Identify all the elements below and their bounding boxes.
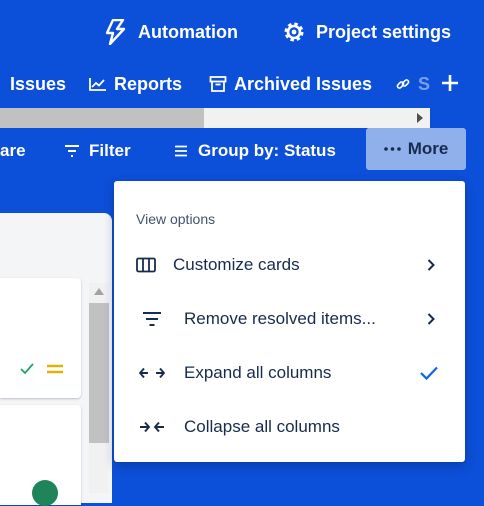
- menu-item-label: Customize cards: [173, 255, 300, 274]
- filter-lines-icon: [142, 311, 162, 327]
- horizontal-scrollbar-thumb[interactable]: [0, 108, 204, 128]
- filter-label: Filter: [89, 141, 131, 160]
- share-label: are: [0, 141, 26, 160]
- view-options-heading: View options: [136, 211, 216, 227]
- menu-item-collapse-all-columns[interactable]: Collapse all columns: [114, 407, 465, 447]
- archive-icon: [209, 75, 227, 93]
- avatar: [32, 480, 58, 506]
- list-icon: [174, 145, 188, 157]
- plus-icon: [440, 73, 460, 93]
- menu-item-remove-resolved[interactable]: Remove resolved items...: [114, 299, 465, 339]
- horizontal-scrollbar[interactable]: [0, 108, 430, 128]
- automation-button[interactable]: Automation: [104, 18, 238, 46]
- share-button[interactable]: are: [0, 140, 26, 162]
- tab-archived-issues[interactable]: Archived Issues: [209, 72, 372, 96]
- view-options-menu: View options Customize cards Remove reso…: [114, 181, 465, 462]
- columns-icon: [136, 257, 156, 273]
- project-settings-label: Project settings: [316, 21, 452, 42]
- tab-archived-issues-label: Archived Issues: [234, 73, 373, 94]
- group-by-label: Group by: Status: [198, 141, 336, 160]
- tab-issues-label: Issues: [10, 73, 67, 94]
- chevron-right-icon: [427, 313, 435, 325]
- tab-links-label: S: [418, 73, 431, 94]
- checkmark-icon: [419, 365, 439, 381]
- tab-links[interactable]: S: [396, 72, 434, 96]
- lightning-icon: [104, 19, 126, 45]
- automation-label: Automation: [138, 21, 238, 42]
- menu-item-customize-cards[interactable]: Customize cards: [114, 245, 465, 285]
- filter-button[interactable]: Filter: [64, 140, 131, 162]
- chart-icon: [89, 77, 107, 91]
- ellipsis-icon: [383, 147, 401, 151]
- link-icon: [396, 77, 410, 91]
- vertical-scrollbar-thumb[interactable]: [89, 303, 109, 443]
- scroll-up-arrow-icon[interactable]: [94, 288, 104, 295]
- more-button[interactable]: More: [366, 128, 466, 170]
- tab-reports-label: Reports: [114, 73, 183, 94]
- menu-item-label: Expand all columns: [184, 363, 332, 382]
- menu-item-label: Collapse all columns: [184, 417, 340, 436]
- tab-reports[interactable]: Reports: [89, 72, 182, 96]
- issue-card[interactable]: [0, 278, 81, 398]
- add-tab-button[interactable]: [440, 73, 460, 93]
- filter-icon: [64, 144, 80, 158]
- menu-item-label: Remove resolved items...: [184, 309, 376, 328]
- collapse-arrows-icon: [139, 421, 165, 433]
- priority-medium-icon: [46, 363, 64, 375]
- expand-arrows-icon: [139, 367, 165, 379]
- group-by-button[interactable]: Group by: Status: [174, 140, 336, 162]
- issue-card[interactable]: [0, 405, 81, 506]
- more-label: More: [407, 139, 449, 158]
- gear-icon: [282, 20, 306, 44]
- menu-item-expand-all-columns[interactable]: Expand all columns: [114, 353, 465, 393]
- tab-issues[interactable]: Issues: [0, 72, 66, 96]
- project-settings-button[interactable]: Project settings: [282, 18, 451, 46]
- scroll-right-arrow-icon[interactable]: [416, 113, 424, 123]
- chevron-right-icon: [427, 259, 435, 271]
- done-check-icon: [20, 363, 34, 375]
